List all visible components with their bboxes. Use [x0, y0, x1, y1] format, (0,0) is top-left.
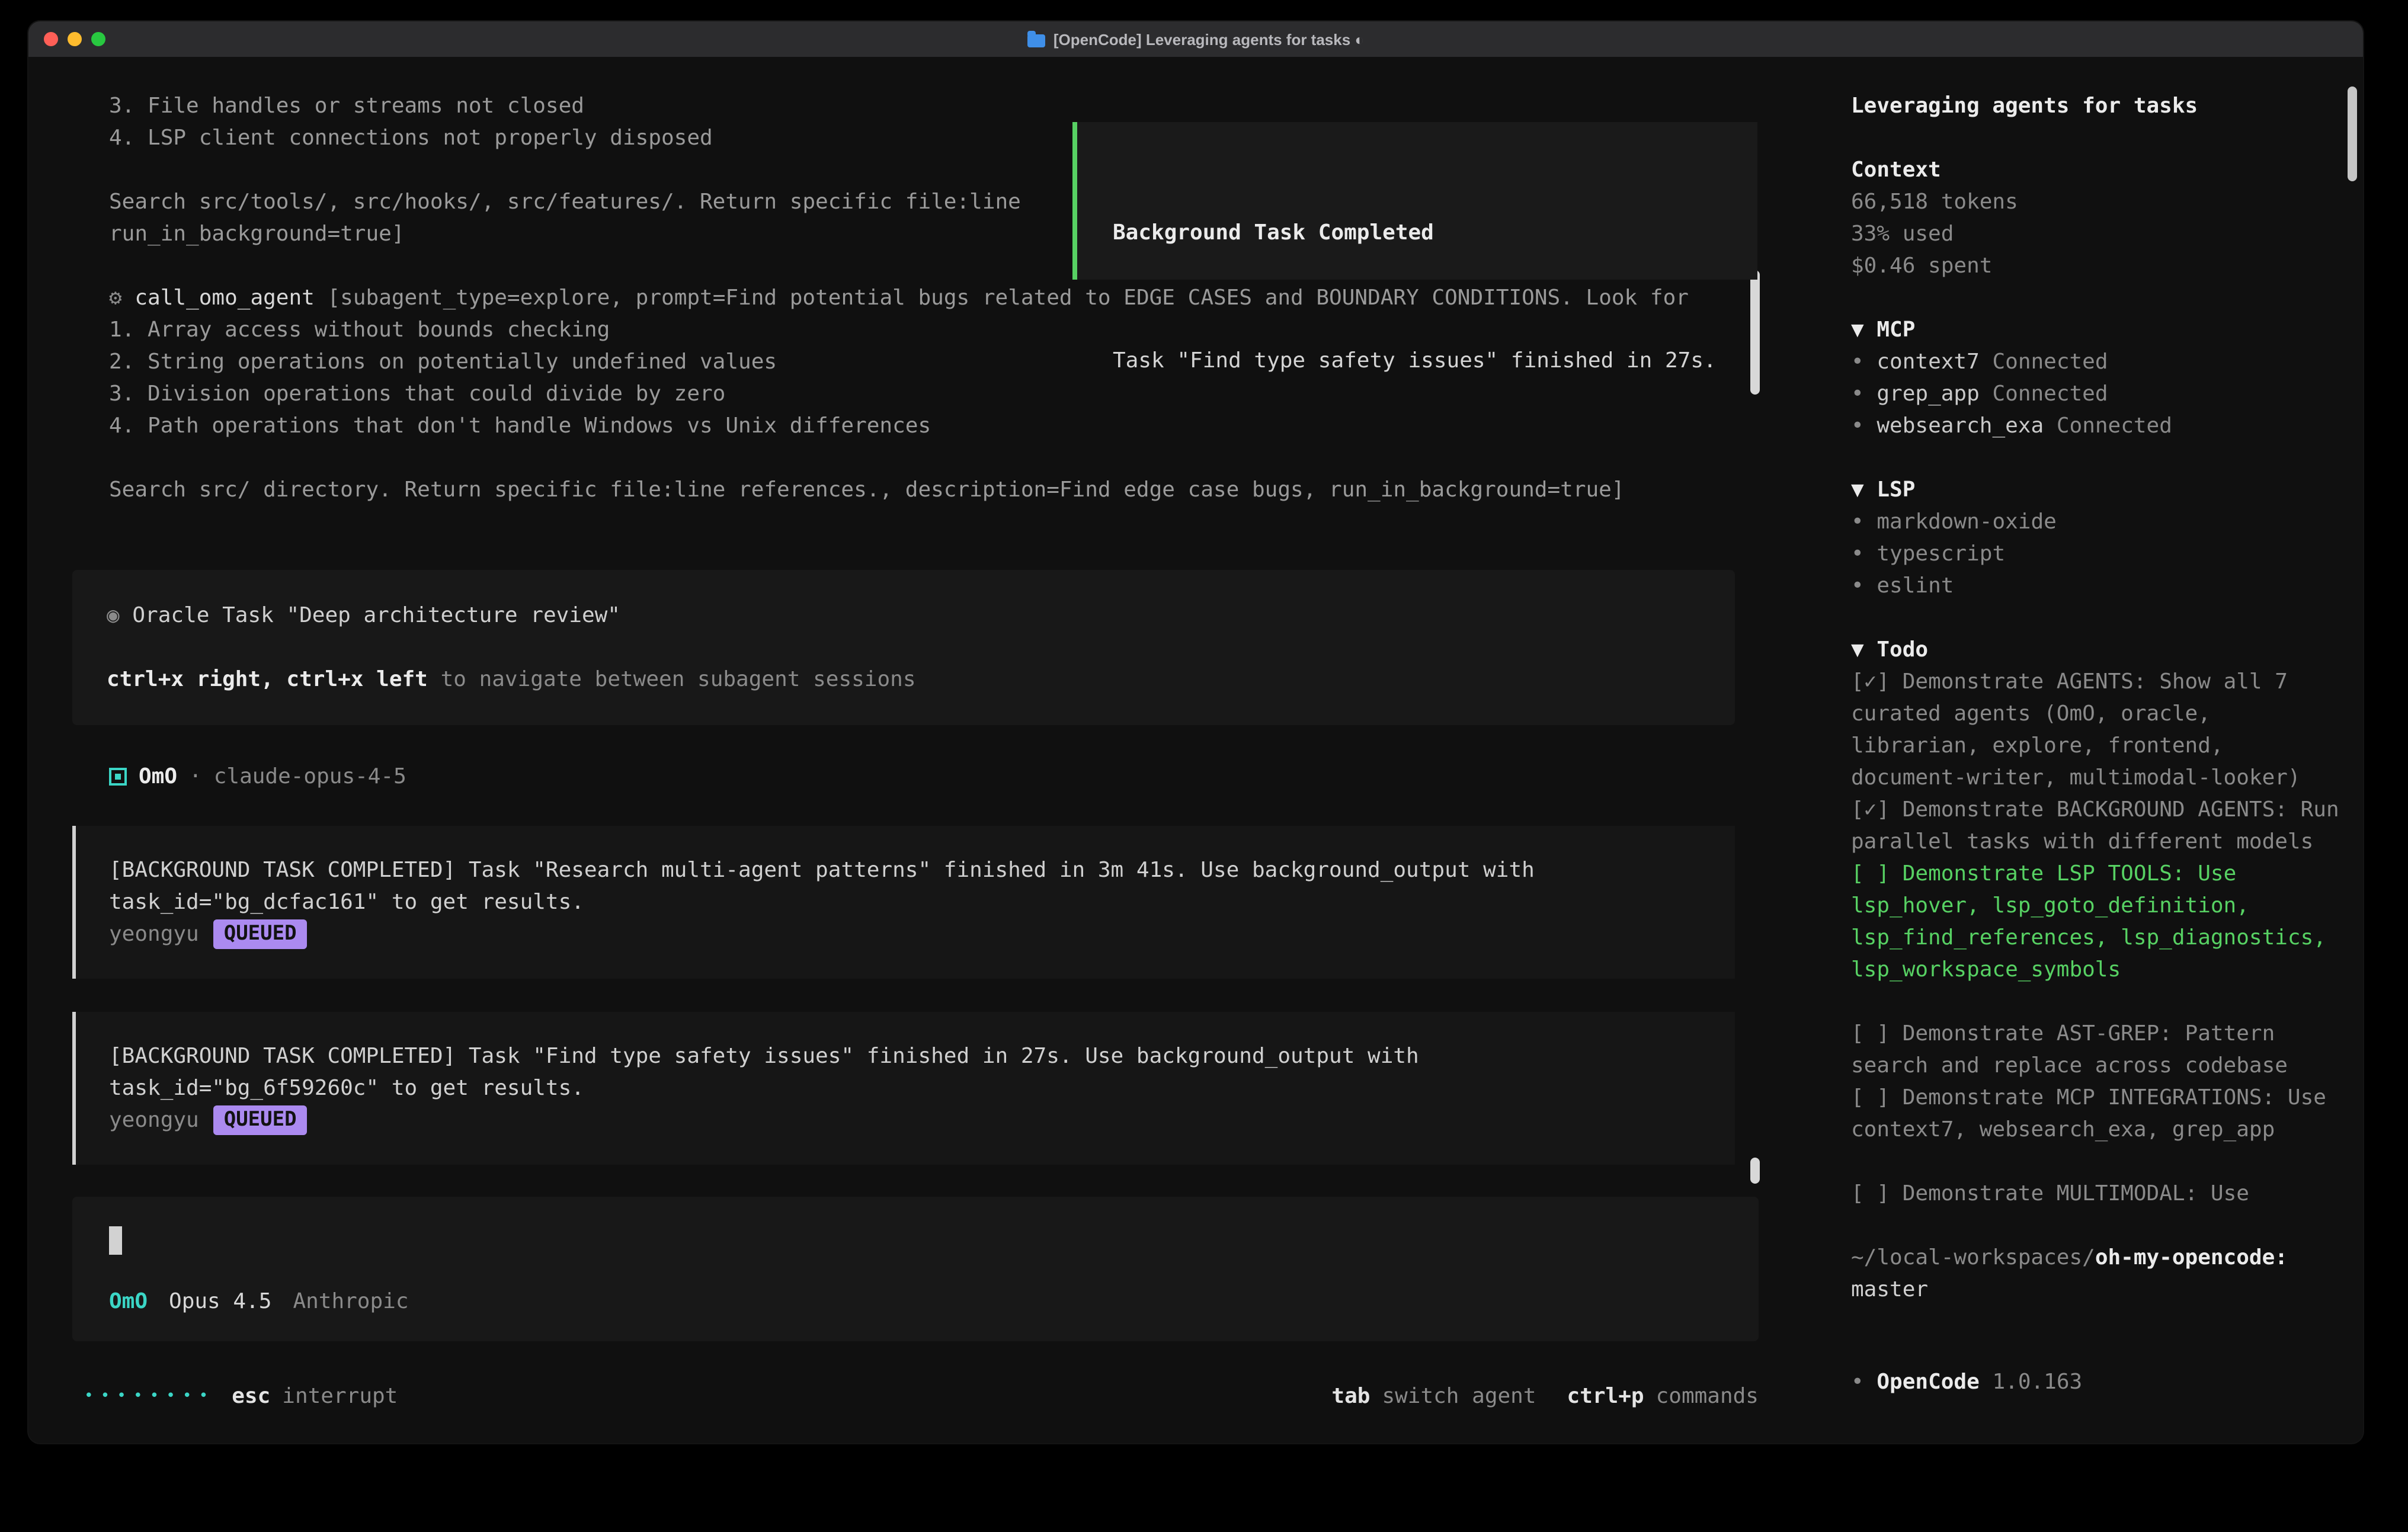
branch-name: master: [1851, 1277, 1928, 1302]
todo-item: [ ] Demonstrate AST-GREP: Pattern search…: [1851, 1018, 2344, 1082]
message-block: [BACKGROUND TASK COMPLETED] Task "Find t…: [72, 1012, 1735, 1165]
context-spent: $0.46 spent: [1851, 250, 2344, 282]
todo-item: [ ] Demonstrate MULTIMODAL: Use: [1851, 1178, 2344, 1210]
bullet-icon: •: [1851, 414, 1864, 438]
tab-key-hint: tab: [1331, 1384, 1370, 1409]
mcp-item: • context7 Connected: [1851, 346, 2344, 378]
gear-icon: ⚙: [109, 286, 122, 310]
chevron-down-icon: ▼: [1851, 637, 1864, 662]
todo-section: ▼ Todo [✓] Demonstrate AGENTS: Show all …: [1851, 634, 2344, 1210]
context-tokens: 66,518 tokens: [1851, 186, 2344, 218]
mcp-heading[interactable]: ▼ MCP: [1851, 314, 2344, 346]
status-badge: QUEUED: [213, 919, 308, 949]
message-line: task_id="bg_dcfac161" to get results.: [109, 886, 1735, 918]
todo-item: [ ] Demonstrate LSP TOOLS: Use lsp_hover…: [1851, 858, 2344, 986]
todo-item: [✓] Demonstrate BACKGROUND AGENTS: Run p…: [1851, 794, 2344, 858]
session-sidebar: Leveraging agents for tasks Context 66,5…: [1818, 57, 2363, 1443]
statusbar: •••••••• esc interrupt tab switch agent ct…: [84, 1380, 1759, 1412]
text-cursor: [109, 1226, 122, 1255]
context-section: Context 66,518 tokens 33% used $0.46 spe…: [1851, 154, 2344, 282]
lsp-section: ▼ LSP • markdown-oxide • typescript • es…: [1851, 474, 2344, 602]
todo-heading[interactable]: ▼ Todo: [1851, 634, 2344, 666]
separator-dot: ·: [189, 761, 202, 793]
mcp-item: • websearch_exa Connected: [1851, 410, 2344, 442]
bullet-icon: •: [1851, 509, 1864, 534]
context-used: 33% used: [1851, 218, 2344, 250]
checkbox-empty-icon: [ ]: [1851, 861, 1890, 886]
input-provider: Anthropic: [293, 1286, 408, 1318]
esc-key-hint: esc: [232, 1380, 270, 1412]
context-heading: Context: [1851, 154, 2344, 186]
message-author: yeongyu: [109, 1104, 199, 1136]
workspace-path: ~/local-workspaces/oh-my-opencode: maste…: [1851, 1242, 2344, 1306]
session-title: Leveraging agents for tasks: [1851, 90, 2344, 122]
input-model: Opus 4.5: [169, 1286, 271, 1318]
terminal-main: 3. File handles or streams not closed 4.…: [28, 57, 1818, 1443]
status-badge: QUEUED: [213, 1105, 308, 1135]
checkbox-empty-icon: [ ]: [1851, 1181, 1890, 1206]
window-title-text: [OpenCode] Leveraging agents for tasks ◐: [1054, 30, 1364, 48]
spinner: ••••••••: [84, 1380, 215, 1412]
prompt-input[interactable]: OmO Opus 4.5 Anthropic: [72, 1197, 1759, 1341]
checkbox-empty-icon: [ ]: [1851, 1085, 1890, 1110]
input-agent-name: OmO: [109, 1286, 148, 1318]
agent-header: OmO · claude-opus-4-5: [72, 761, 1818, 793]
commands-key-hint: ctrl+p: [1567, 1384, 1644, 1409]
zoom-button[interactable]: [91, 32, 105, 46]
hint-keys: ctrl+x right, ctrl+x left: [107, 667, 428, 692]
commands-key-label: commands: [1656, 1384, 1759, 1409]
mcp-section: ▼ MCP • context7 Connected • grep_app Co…: [1851, 314, 2344, 442]
message-author: yeongyu: [109, 918, 199, 950]
message-line: task_id="bg_6f59260c" to get results.: [109, 1072, 1735, 1104]
agent-name: OmO: [139, 761, 177, 793]
close-button[interactable]: [44, 32, 58, 46]
tool-call-closing: Search src/ directory. Return specific f…: [72, 474, 1818, 506]
oracle-task-panel: ◉ Oracle Task "Deep architecture review"…: [72, 570, 1735, 725]
message-line: [BACKGROUND TASK COMPLETED] Task "Resear…: [109, 854, 1735, 886]
traffic-lights: [44, 21, 105, 57]
bullet-icon: •: [1851, 541, 1864, 566]
checkbox-empty-icon: [ ]: [1851, 1021, 1890, 1046]
scrollbar-thumb[interactable]: [1750, 1158, 1760, 1184]
window-title: [OpenCode] Leveraging agents for tasks ◐: [1027, 30, 1364, 48]
bullet-icon: •: [1851, 1370, 1864, 1395]
hint-text: to navigate between subagent sessions: [441, 667, 916, 692]
oracle-icon: ◉: [107, 603, 120, 628]
background-task-notification: Background Task Completed Task "Find typ…: [1072, 122, 1757, 280]
scrollback-line: 3. File handles or streams not closed: [72, 90, 1818, 122]
lsp-item: • markdown-oxide: [1851, 506, 2344, 538]
notification-title: Background Task Completed: [1113, 217, 1757, 249]
folder-icon: [1027, 34, 1045, 47]
titlebar[interactable]: [OpenCode] Leveraging agents for tasks ◐: [28, 21, 2363, 57]
notification-body: Task "Find type safety issues" finished …: [1113, 345, 1757, 377]
message-line: [BACKGROUND TASK COMPLETED] Task "Find t…: [109, 1040, 1735, 1072]
lsp-heading[interactable]: ▼ LSP: [1851, 474, 2344, 506]
mcp-item: • grep_app Connected: [1851, 378, 2344, 410]
agent-model: claude-opus-4-5: [214, 761, 406, 793]
minimize-button[interactable]: [68, 32, 82, 46]
todo-item: [✓] Demonstrate AGENTS: Show all 7 curat…: [1851, 666, 2344, 794]
agent-icon: [109, 768, 127, 786]
screen: [OpenCode] Leveraging agents for tasks ◐…: [0, 0, 2408, 1532]
tool-call-item: 1. Array access without bounds checking: [72, 314, 1818, 346]
oracle-task-title: Oracle Task "Deep architecture review": [132, 603, 620, 628]
lsp-item: • typescript: [1851, 538, 2344, 570]
message-block: [BACKGROUND TASK COMPLETED] Task "Resear…: [72, 826, 1735, 979]
terminal-window: [OpenCode] Leveraging agents for tasks ◐…: [28, 21, 2363, 1443]
todo-item: [ ] Demonstrate MCP INTEGRATIONS: Use co…: [1851, 1082, 2344, 1146]
bullet-icon: •: [1851, 573, 1864, 598]
chevron-down-icon: ▼: [1851, 318, 1864, 342]
checkbox-checked-icon: [✓]: [1851, 797, 1890, 822]
bullet-icon: •: [1851, 382, 1864, 406]
app-version: • OpenCode 1.0.163: [1851, 1366, 2344, 1398]
tab-key-label: switch agent: [1382, 1384, 1536, 1409]
bullet-icon: •: [1851, 350, 1864, 374]
chevron-down-icon: ▼: [1851, 477, 1864, 502]
esc-key-label: interrupt: [282, 1380, 398, 1412]
scrollbar-thumb[interactable]: [2348, 86, 2357, 181]
lsp-item: • eslint: [1851, 570, 2344, 602]
tool-name: call_omo_agent: [135, 286, 314, 310]
checkbox-checked-icon: [✓]: [1851, 669, 1890, 694]
